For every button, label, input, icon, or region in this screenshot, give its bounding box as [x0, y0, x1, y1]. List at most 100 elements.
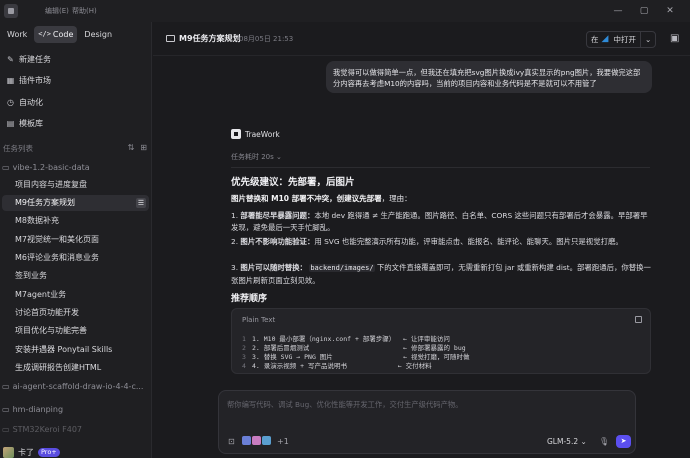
project-group[interactable]: ▭ STM32Keroi F407	[2, 422, 82, 436]
code-text: 4. 录演示视频 + 写产品说明书 ← 交付材料	[252, 362, 432, 370]
task-item[interactable]: 讨论首页功能开发	[15, 305, 149, 321]
code-line: 2 2. 部署后冒烟测试 ← 修部署暴露的 bug	[242, 342, 466, 352]
user-name: 卡了	[18, 447, 34, 457]
menu-edit[interactable]: 编辑(E)	[45, 6, 69, 16]
list-item-bold: 图片不影响功能验证：	[240, 237, 315, 246]
plan-badge: Pro+	[38, 447, 60, 457]
mode-tabs: Work </> Code Design	[3, 26, 116, 44]
list-item: 1. 部署能尽早暴露问题：本地 dev 跑得通 ≠ 生产能跑通。图片路径、白名单…	[231, 210, 651, 233]
title-bar: 编辑(E) 帮助(H) — ▢ ✕	[0, 0, 690, 22]
maximize-icon[interactable]: ▢	[636, 4, 652, 18]
code-language: Plain Text	[242, 316, 276, 324]
avatar	[3, 446, 14, 458]
nav-automation[interactable]: ◷ 自动化	[6, 95, 43, 109]
task-item[interactable]: 项目优化与功能完善	[15, 323, 149, 339]
plugin-icon: ▦	[6, 75, 15, 85]
task-item[interactable]: M7agent业务	[15, 287, 149, 303]
project-group-name: STM32Keroi F407	[12, 424, 83, 434]
attach-icon[interactable]: ⊡	[228, 437, 235, 446]
project-group[interactable]: ▭ ai-agent-scaffold-draw-io-4-4-c...	[2, 379, 143, 393]
task-list-title: 任务列表	[3, 144, 33, 153]
chat-title: M9任务方案规划	[179, 34, 241, 43]
attachment-count[interactable]: +1	[277, 437, 289, 446]
task-item[interactable]: 生成调研报告创建HTML	[15, 360, 149, 376]
task-item-active[interactable]: M9任务方案规划 ☰	[2, 195, 149, 211]
image-thumbnail[interactable]	[242, 436, 251, 445]
code-line: 1 1. M10 最小部署（nginx.conf + 部署步骤） ← 让评审能访问	[242, 333, 450, 343]
task-item[interactable]: M6评论业务和消息业务	[15, 250, 149, 266]
close-icon[interactable]: ✕	[662, 4, 678, 18]
microphone-icon[interactable]: 🎙	[599, 437, 609, 446]
chevron-down-icon: ⌄	[276, 153, 282, 161]
panel-toggle-icon[interactable]: ▣	[670, 33, 679, 44]
send-button[interactable]: ➤	[616, 435, 631, 448]
task-item[interactable]: M7视觉统一和美化页面	[15, 232, 149, 248]
answer-intro: 图片替换和 M10 部署不冲突，创建议先部署，理由：	[231, 193, 412, 204]
open-in-prefix: 在	[591, 35, 599, 44]
new-task-icon: ✎	[7, 54, 14, 64]
tab-work[interactable]: Work	[3, 26, 31, 43]
automation-icon: ◷	[7, 97, 14, 107]
project-group-name: ai-agent-scaffold-draw-io-4-4-c...	[12, 381, 144, 391]
user-profile[interactable]: 卡了 Pro+	[3, 445, 60, 458]
open-in-dropdown[interactable]: ⌄	[641, 32, 655, 47]
list-item-text: 用 SVG 也能完整演示所有功能，评审能点击、能报名、能评论、能聊天。图片只是视…	[314, 237, 623, 246]
code-icon: </>	[38, 30, 51, 38]
task-menu-icon[interactable]: ☰	[136, 198, 146, 208]
nav-templates[interactable]: ▤ 模板库	[6, 116, 43, 130]
project-group[interactable]: ▭ vibe-1.2-basic-data	[2, 160, 90, 174]
chat-date: 08月05日 21:53	[239, 35, 294, 43]
list-item: 3. 图片可以随时替换： backend/images/ 下的文件直接覆盖即可，…	[231, 262, 651, 286]
folder-icon: ▭	[2, 381, 10, 391]
open-in-target: 中打开	[613, 35, 637, 44]
chevron-down-icon: ⌄	[645, 35, 652, 44]
elapsed-label: 任务耗时 20s	[231, 153, 274, 161]
folder-icon: ▭	[2, 404, 10, 414]
list-item-bold: 部署能尽早暴露问题：	[240, 211, 315, 220]
vscode-icon: ◢	[601, 34, 609, 44]
image-thumbnail[interactable]	[252, 436, 261, 445]
list-number: 3.	[231, 263, 239, 272]
task-item[interactable]: 安装并遇器 Ponytail Skills	[15, 342, 149, 358]
tab-code-label: Code	[52, 30, 74, 39]
task-item[interactable]: 签到业务	[15, 268, 149, 284]
order-heading: 推荐顺序	[231, 294, 268, 304]
trae-logo-icon	[231, 129, 241, 139]
divider	[231, 167, 650, 168]
model-name: GLM-5.2	[547, 437, 579, 446]
list-number: 1.	[231, 211, 239, 220]
project-group-name: vibe-1.2-basic-data	[12, 162, 90, 172]
line-number: 4	[242, 362, 246, 370]
message-input[interactable]	[227, 400, 627, 409]
nav-plugin-market[interactable]: ▦ 插件市场	[6, 73, 51, 87]
intro-rest: ，理由：	[381, 194, 412, 203]
answer-heading: 优先级建议：先部署，后图片	[231, 177, 355, 188]
task-item[interactable]: 项目内容与进度复盘	[15, 177, 149, 193]
filter-icon[interactable]: ⇅	[128, 143, 135, 152]
task-item[interactable]: M8数据补充	[15, 213, 149, 229]
model-selector[interactable]: GLM-5.2 ⌄	[547, 437, 587, 446]
open-in-vscode-button[interactable]: 在 ◢ 中打开	[587, 32, 640, 47]
minimize-icon[interactable]: —	[610, 4, 626, 18]
tab-code[interactable]: </> Code	[34, 26, 78, 43]
elapsed-time[interactable]: 任务耗时 20s ⌄	[231, 152, 282, 162]
chevron-down-icon: ⌄	[580, 437, 587, 446]
add-folder-icon[interactable]: ⊞	[140, 143, 147, 152]
task-item-label: M9任务方案规划	[15, 198, 75, 207]
image-thumbnail[interactable]	[262, 436, 271, 445]
copy-icon[interactable]	[635, 316, 642, 323]
nav-templates-label: 模板库	[19, 118, 43, 128]
project-group[interactable]: ▭ hm-dianping	[2, 402, 63, 416]
sidebar: Work </> Code Design ✎ 新建任务 ▦ 插件市场 ◷ 自动化…	[0, 22, 152, 458]
list-item-bold: 图片可以随时替换：	[240, 263, 307, 272]
user-message: 我觉得可以做得简单一点，但我还在填充把svg图片换成ivy真实显示的png图片，…	[326, 61, 652, 93]
nav-automation-label: 自动化	[19, 97, 43, 107]
code-block: Plain Text 1 1. M10 最小部署（nginx.conf + 部署步…	[231, 308, 651, 374]
tab-design[interactable]: Design	[80, 26, 116, 43]
list-number: 2.	[231, 237, 239, 246]
assistant-name: TraeWork	[245, 130, 280, 139]
folder-icon: ▭	[2, 162, 10, 172]
project-group-name: hm-dianping	[12, 404, 64, 414]
menu-help[interactable]: 帮助(H)	[72, 6, 97, 16]
nav-new-task[interactable]: ✎ 新建任务	[6, 52, 51, 66]
